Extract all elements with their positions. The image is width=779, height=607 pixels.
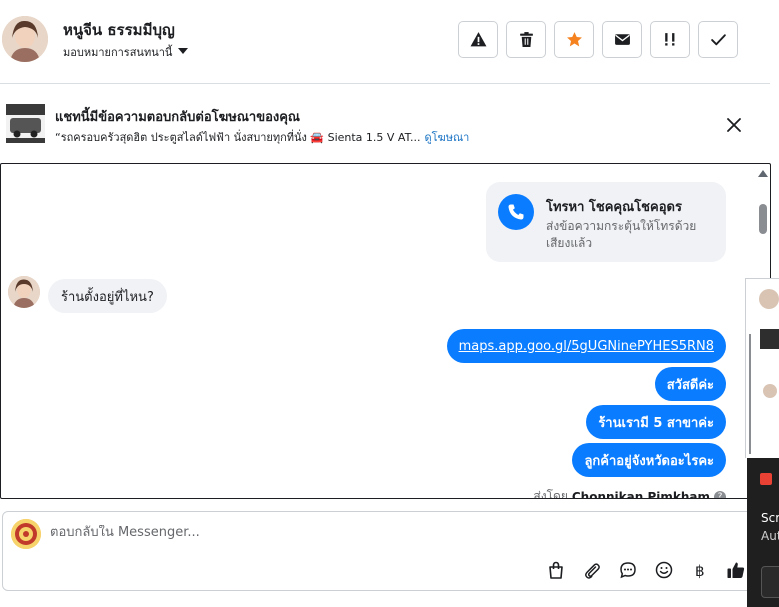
assign-label: มอบหมายการสนทนานี้ xyxy=(63,46,173,59)
mail-icon xyxy=(614,34,630,45)
outgoing-message: ร้านเรามี 5 สาขาค่ะ xyxy=(586,405,726,439)
close-icon[interactable] xyxy=(724,115,744,135)
incoming-message: ร้านตั้งอยู่ที่ไหน? xyxy=(48,279,167,313)
call-request-card: โทรหา โชคคุณโชคอุดร ส่งข้อความกระตุ้นให้… xyxy=(486,182,726,262)
delete-button[interactable] xyxy=(506,21,546,58)
toast-subtitle: Aut xyxy=(761,529,779,543)
reply-composer: ฿ xyxy=(2,511,770,591)
composer-toolbar: ฿ xyxy=(545,559,747,581)
svg-text:฿: ฿ xyxy=(695,562,705,579)
ad-thumbnail[interactable] xyxy=(6,104,45,143)
sent-by-name: Chonnikan Pimkham xyxy=(571,489,710,499)
assign-conversation-dropdown[interactable]: มอบหมายการสนทนานี้ xyxy=(63,43,189,61)
toast-button[interactable] xyxy=(761,566,779,598)
priority-icon xyxy=(664,33,674,46)
star-button[interactable] xyxy=(554,21,594,58)
help-icon[interactable]: ? xyxy=(714,490,726,498)
message-thread[interactable]: โทรหา โชคคุณโชคอุดร ส่งข้อความกระตุ้นให้… xyxy=(0,163,771,499)
page-avatar xyxy=(11,519,41,549)
report-spam-button[interactable] xyxy=(458,21,498,58)
notification-toast[interactable]: Scr Aut xyxy=(747,458,779,607)
contact-name[interactable]: หนูจีน ธรรมมีบุญ xyxy=(63,18,175,42)
trash-icon xyxy=(519,32,533,47)
ad-description-text: “รถครอบครัวสุดฮิต ประตูสไลด์ไฟฟ้า นั่งสบ… xyxy=(55,131,421,144)
paperclip-icon[interactable] xyxy=(581,559,603,581)
avatar xyxy=(763,384,777,398)
check-icon xyxy=(710,34,726,46)
phone-icon xyxy=(498,194,534,230)
conversation-actions xyxy=(458,21,738,58)
warning-icon xyxy=(470,32,486,47)
divider xyxy=(749,334,751,454)
contact-message-avatar xyxy=(8,276,40,308)
ad-thumbnail xyxy=(760,329,779,349)
ad-description: “รถครอบครัวสุดฮิต ประตูสไลด์ไฟฟ้า นั่งสบ… xyxy=(55,128,469,146)
mark-unread-button[interactable] xyxy=(602,21,642,58)
outgoing-message-link[interactable]: maps.app.goo.gl/5gUGNinePYHES5RN8 xyxy=(446,329,726,363)
avatar xyxy=(759,289,779,309)
outgoing-message: สวัสดีค่ะ xyxy=(654,367,726,401)
emoji-icon[interactable] xyxy=(653,559,675,581)
outgoing-message: ลูกค้าอยู่จังหวัดอะไรคะ xyxy=(572,443,726,477)
ad-reply-banner: แชทนี้มีข้อความตอบกลับต่อโฆษณาของคุณ “รถ… xyxy=(0,85,770,163)
sent-by-label: ส่งโดย Chonnikan Pimkham ? xyxy=(533,487,726,499)
scroll-up-arrow[interactable] xyxy=(758,170,768,177)
conversation-header: หนูจีน ธรรมมีบุญ มอบหมายการสนทนานี้ xyxy=(0,0,770,84)
toast-title: Scr xyxy=(761,511,779,525)
scrollbar-thumb[interactable] xyxy=(759,204,767,234)
follow-up-button[interactable] xyxy=(650,21,690,58)
messenger-inbox: หนูจีน ธรรมมีบุญ มอบหมายการสนทนานี้ แชทน… xyxy=(0,0,779,607)
baht-icon[interactable]: ฿ xyxy=(689,559,711,581)
view-ad-link[interactable]: ดูโฆษณา xyxy=(425,131,470,144)
chat-icon[interactable] xyxy=(617,559,639,581)
ad-banner-title: แชทนี้มีข้อความตอบกลับต่อโฆษณาของคุณ xyxy=(55,110,300,125)
reply-input[interactable] xyxy=(50,525,450,540)
sent-by-prefix: ส่งโดย xyxy=(533,489,568,499)
chevron-down-icon xyxy=(178,48,189,54)
mark-done-button[interactable] xyxy=(698,21,738,58)
call-card-subtitle: ส่งข้อความกระตุ้นให้โทรด้วยเสียงแล้ว xyxy=(546,219,697,250)
app-icon xyxy=(760,473,772,485)
bag-icon[interactable] xyxy=(545,559,567,581)
thumbs-up-icon[interactable] xyxy=(725,559,747,581)
contact-avatar[interactable] xyxy=(2,16,48,62)
floating-chat-preview[interactable] xyxy=(745,278,779,458)
star-icon xyxy=(566,32,582,47)
call-card-title: โทรหา โชคคุณโชคอุดร xyxy=(546,200,682,215)
